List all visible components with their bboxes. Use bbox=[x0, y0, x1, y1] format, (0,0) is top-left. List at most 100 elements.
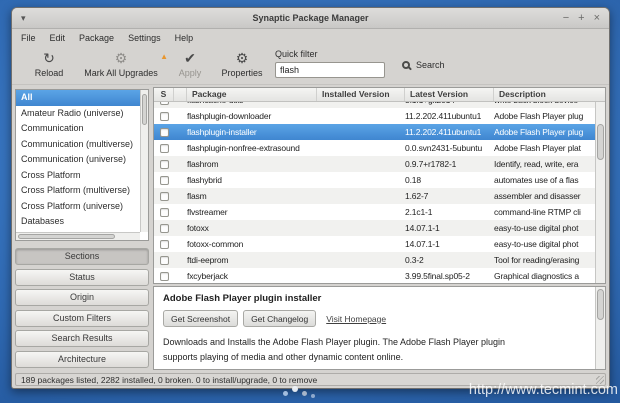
package-checkbox[interactable] bbox=[160, 256, 169, 265]
section-item-all[interactable]: All bbox=[16, 90, 140, 106]
package-table: S Package Installed Version Latest Versi… bbox=[153, 87, 606, 284]
menu-item-help[interactable]: Help bbox=[168, 31, 201, 45]
package-checkbox[interactable] bbox=[160, 176, 169, 185]
column-header-installed-version[interactable]: Installed Version bbox=[317, 88, 405, 101]
details-title: Adobe Flash Player plugin installer bbox=[163, 293, 596, 304]
section-item-cross-platform[interactable]: Cross Platform bbox=[16, 168, 140, 184]
maximize-button[interactable]: + bbox=[578, 13, 584, 24]
quick-filter-input[interactable] bbox=[275, 62, 385, 78]
column-header-description[interactable]: Description bbox=[494, 88, 605, 101]
sidebar-button-search-results[interactable]: Search Results bbox=[15, 330, 149, 347]
package-name: ftdi-eeprom bbox=[187, 252, 317, 268]
table-row[interactable]: flasm 1.62-7 assembler and disasser bbox=[154, 188, 595, 204]
table-row[interactable]: fotoxx 14.07.1-1 easy-to-use digital pho… bbox=[154, 220, 595, 236]
column-header-package[interactable]: Package bbox=[187, 88, 317, 101]
package-description: automates use of a flas bbox=[494, 172, 595, 188]
visit-homepage-link[interactable]: Visit Homepage bbox=[326, 314, 386, 324]
latest-version: 2.1c1-1 bbox=[405, 204, 494, 220]
sections-vertical-scrollbar[interactable] bbox=[140, 90, 148, 232]
reload-button[interactable]: ↻ Reload bbox=[24, 50, 74, 78]
properties-gear-icon: ⚙ bbox=[214, 50, 270, 67]
sidebar-button-origin[interactable]: Origin bbox=[15, 289, 149, 306]
menu-item-edit[interactable]: Edit bbox=[43, 31, 73, 45]
table-row[interactable]: flvstreamer 2.1c1-1 command-line RTMP cl… bbox=[154, 204, 595, 220]
package-name: flasm bbox=[187, 188, 317, 204]
minimize-button[interactable]: − bbox=[563, 13, 569, 24]
sidebar-button-custom-filters[interactable]: Custom Filters bbox=[15, 310, 149, 327]
get-screenshot-button[interactable]: Get Screenshot bbox=[163, 310, 238, 327]
details-pane: Adobe Flash Player plugin installer Get … bbox=[153, 286, 606, 370]
package-name: fotoxx-common bbox=[187, 236, 317, 252]
package-description: Adobe Flash Player plat bbox=[494, 140, 595, 156]
package-checkbox[interactable] bbox=[160, 112, 169, 121]
latest-version: 0.0.svn2431-5ubuntu bbox=[405, 140, 494, 156]
reload-icon: ↻ bbox=[24, 50, 74, 67]
details-description: Downloads and Installs the Adobe Flash P… bbox=[163, 335, 513, 365]
package-name: flashrom bbox=[187, 156, 317, 172]
table-row[interactable]: flashplugin-installer 11.2.202.411ubuntu… bbox=[154, 124, 595, 140]
table-row[interactable]: fxcyberjack 3.99.5final.sp05-2 Graphical… bbox=[154, 268, 595, 283]
scrollbar-thumb[interactable] bbox=[597, 289, 604, 320]
column-header-icon[interactable] bbox=[174, 88, 187, 101]
latest-version: 1.62-7 bbox=[405, 188, 494, 204]
package-description: assembler and disasser bbox=[494, 188, 595, 204]
scrollbar-thumb[interactable] bbox=[142, 94, 147, 125]
menu-item-settings[interactable]: Settings bbox=[121, 31, 168, 45]
sidebar-button-status[interactable]: Status bbox=[15, 269, 149, 286]
properties-button[interactable]: ⚙ Properties bbox=[214, 50, 270, 78]
section-item-amateur-radio-universe[interactable]: Amateur Radio (universe) bbox=[16, 106, 140, 122]
package-description: Adobe Flash Player plug bbox=[494, 124, 595, 140]
package-checkbox[interactable] bbox=[160, 272, 169, 281]
apply-button[interactable]: ✔ Apply bbox=[168, 50, 212, 78]
column-header-status[interactable]: S bbox=[154, 88, 174, 101]
package-checkbox[interactable] bbox=[160, 240, 169, 249]
sidebar-button-architecture[interactable]: Architecture bbox=[15, 351, 149, 368]
scrollbar-thumb[interactable] bbox=[18, 234, 115, 239]
section-item-cross-platform-multiverse[interactable]: Cross Platform (multiverse) bbox=[16, 183, 140, 199]
package-checkbox[interactable] bbox=[160, 192, 169, 201]
column-header-latest-version[interactable]: Latest Version bbox=[405, 88, 494, 101]
search-button[interactable]: Search bbox=[402, 60, 445, 70]
table-vertical-scrollbar[interactable] bbox=[595, 102, 605, 283]
get-changelog-button[interactable]: Get Changelog bbox=[243, 310, 316, 327]
menu-item-file[interactable]: File bbox=[14, 31, 43, 45]
table-row[interactable]: flashybrid 0.18 automates use of a flas bbox=[154, 172, 595, 188]
table-row[interactable]: flashplugin-downloader 11.2.202.411ubunt… bbox=[154, 108, 595, 124]
package-checkbox[interactable] bbox=[160, 144, 169, 153]
table-body: flashcache-utils 3.1.1+git2014 write bac… bbox=[154, 102, 595, 283]
toolbar: ↻ Reload ⚙▲ Mark All Upgrades ✔ Apply ⚙ … bbox=[12, 47, 609, 85]
section-item-communication-universe[interactable]: Communication (universe) bbox=[16, 152, 140, 168]
table-row[interactable]: fotoxx-common 14.07.1-1 easy-to-use digi… bbox=[154, 236, 595, 252]
section-item-databases[interactable]: Databases bbox=[16, 214, 140, 230]
sidebar-buttons: Sections Status Origin Custom Filters Search… bbox=[15, 248, 149, 371]
latest-version: 11.2.202.411ubuntu1 bbox=[405, 124, 494, 140]
window-menu-arrow-icon[interactable]: ▾ bbox=[21, 13, 26, 23]
package-checkbox[interactable] bbox=[160, 160, 169, 169]
section-item-communication[interactable]: Communication bbox=[16, 121, 140, 137]
table-row[interactable]: flashrom 0.9.7+r1782-1 Identify, read, w… bbox=[154, 156, 595, 172]
desktop-dot bbox=[283, 391, 288, 396]
package-checkbox[interactable] bbox=[160, 224, 169, 233]
latest-version: 14.07.1-1 bbox=[405, 236, 494, 252]
table-row[interactable]: ftdi-eeprom 0.3-2 Tool for reading/erasi… bbox=[154, 252, 595, 268]
package-name: fotoxx bbox=[187, 220, 317, 236]
package-checkbox[interactable] bbox=[160, 208, 169, 217]
latest-version: 0.3-2 bbox=[405, 252, 494, 268]
mark-all-upgrades-button[interactable]: ⚙▲ Mark All Upgrades bbox=[76, 50, 166, 78]
sidebar-button-sections[interactable]: Sections bbox=[15, 248, 149, 265]
package-description: command-line RTMP cli bbox=[494, 204, 595, 220]
package-checkbox[interactable] bbox=[160, 102, 169, 105]
table-row[interactable]: flashplugin-nonfree-extrasound 0.0.svn24… bbox=[154, 140, 595, 156]
section-item-communication-multiverse[interactable]: Communication (multiverse) bbox=[16, 137, 140, 153]
latest-version: 0.18 bbox=[405, 172, 494, 188]
section-item-cross-platform-universe[interactable]: Cross Platform (universe) bbox=[16, 199, 140, 215]
scrollbar-thumb[interactable] bbox=[597, 124, 604, 160]
details-vertical-scrollbar[interactable] bbox=[595, 287, 605, 369]
desktop-dot bbox=[292, 386, 298, 392]
menu-item-package[interactable]: Package bbox=[72, 31, 121, 45]
sections-horizontal-scrollbar[interactable] bbox=[16, 232, 140, 240]
close-button[interactable]: × bbox=[594, 13, 600, 24]
titlebar[interactable]: ▾ Synaptic Package Manager − + × bbox=[12, 8, 609, 29]
package-name: flashplugin-downloader bbox=[187, 108, 317, 124]
package-checkbox[interactable] bbox=[160, 128, 169, 137]
